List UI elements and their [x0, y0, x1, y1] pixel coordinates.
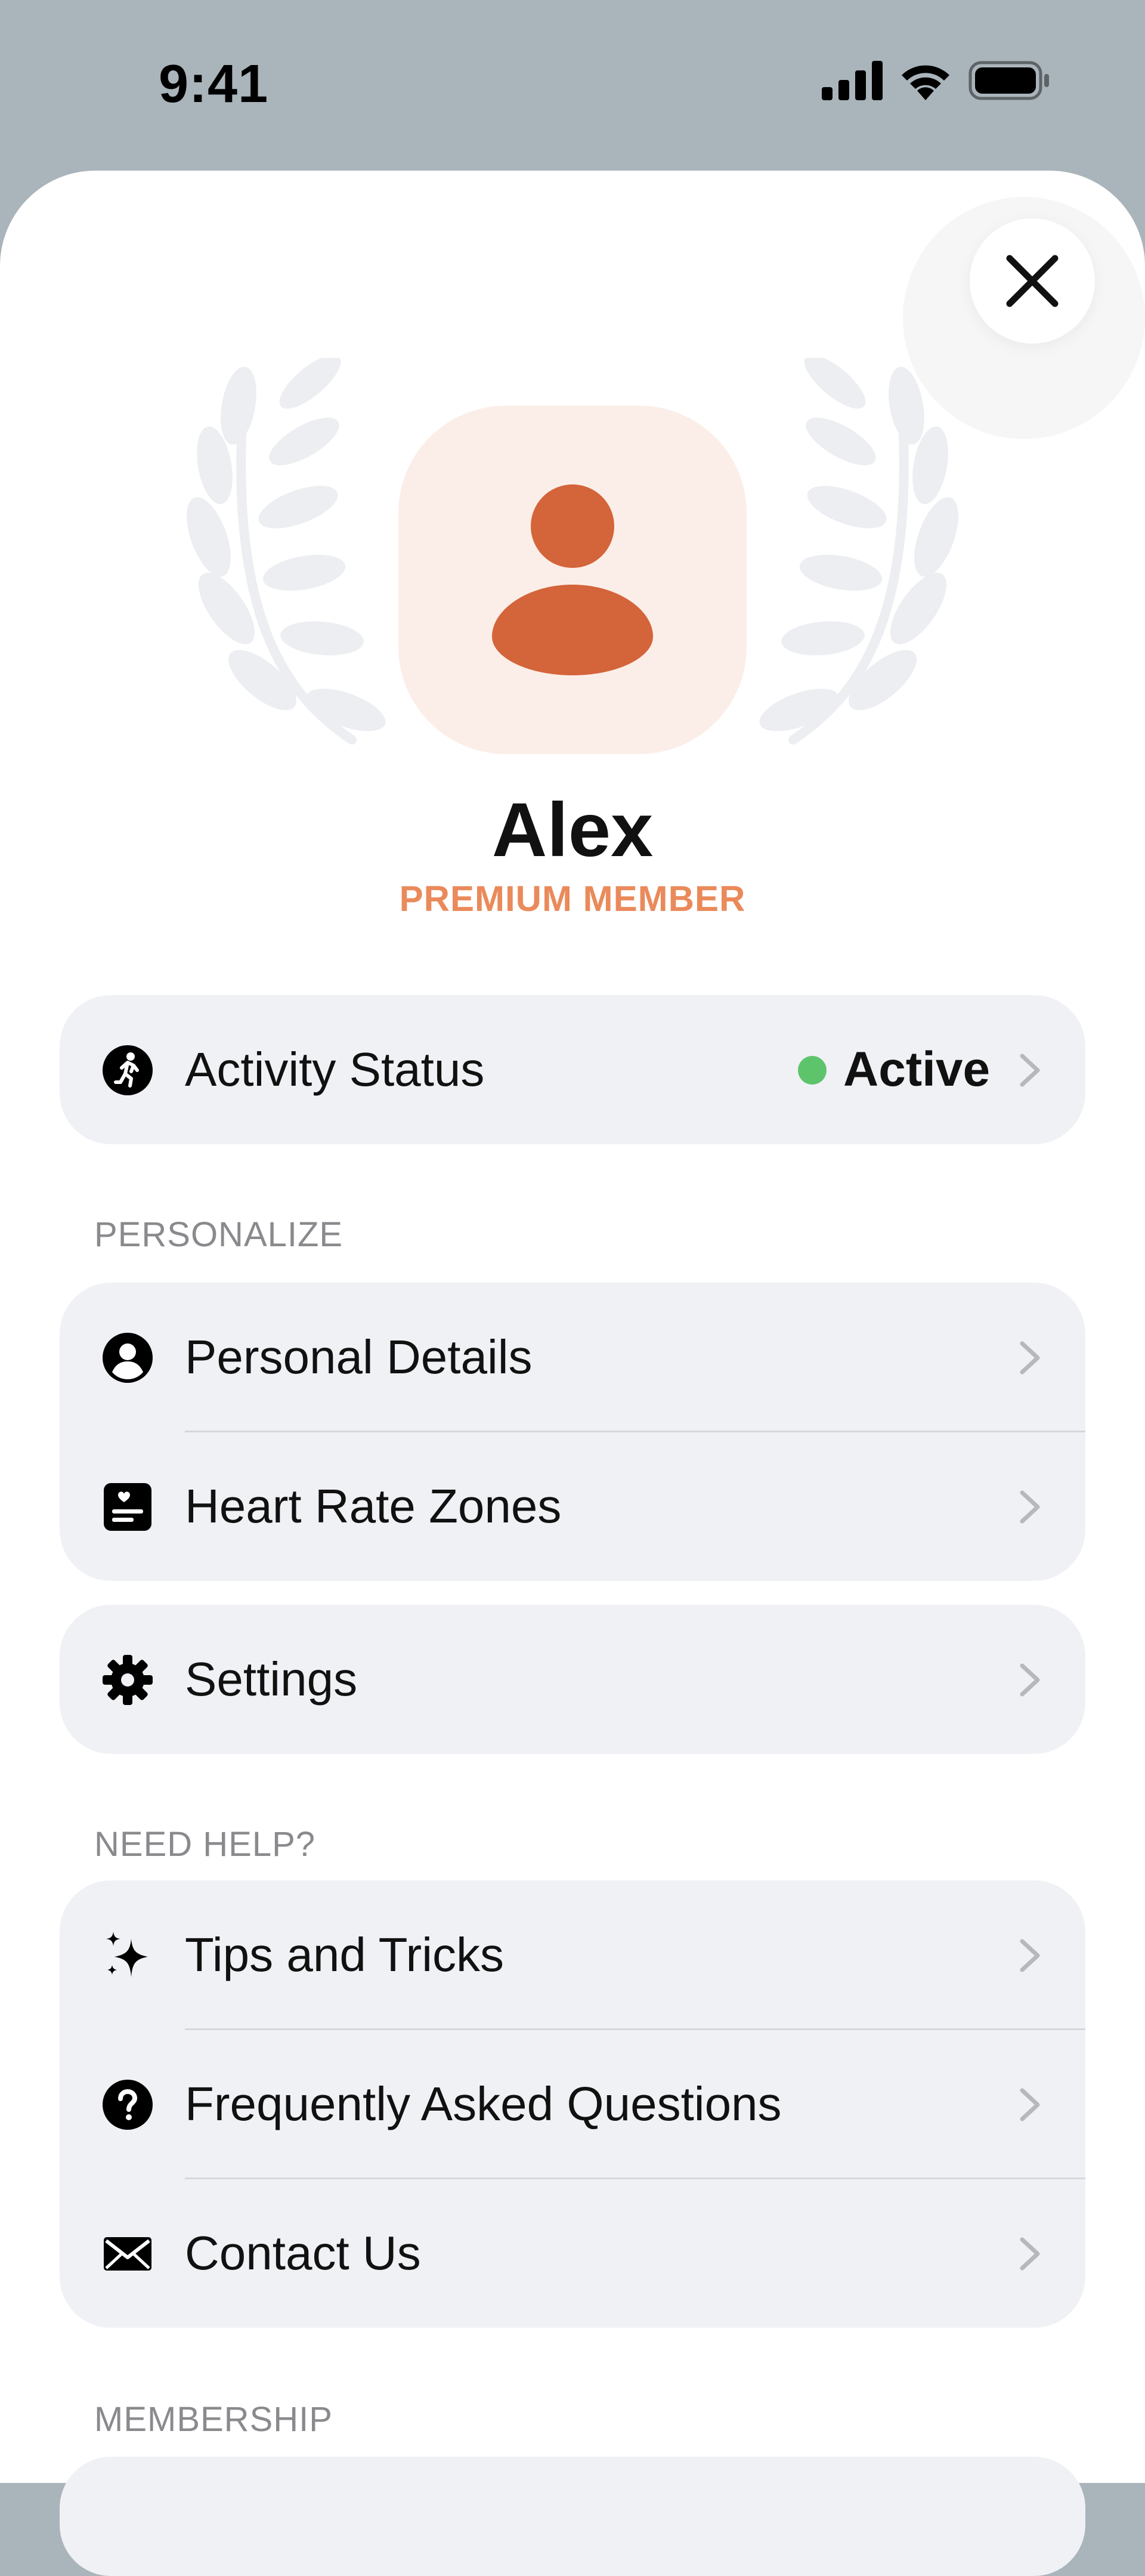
list-item-label: Frequently Asked Questions	[185, 2077, 782, 2130]
list-item-label: Settings	[185, 1653, 358, 1706]
list-item-heart-rate-zones[interactable]: Heart Rate Zones	[60, 1432, 1085, 1581]
envelope-icon	[103, 2229, 153, 2279]
personalize-card: Personal Details Heart Rate Zones	[60, 1283, 1085, 1581]
chevron-right-icon	[1020, 2237, 1040, 2271]
activity-status-card: Activity Status Active	[60, 995, 1085, 1144]
person-silhouette-icon	[492, 484, 653, 675]
section-label-need-help: NEED HELP?	[94, 1825, 316, 1864]
wifi-icon	[902, 65, 949, 100]
heart-list-icon	[103, 1482, 153, 1532]
chevron-right-icon	[1020, 1341, 1040, 1375]
list-item-label: Heart Rate Zones	[185, 1479, 562, 1533]
person-circle-icon	[103, 1333, 153, 1383]
sparkles-icon	[103, 1931, 153, 1981]
chevron-right-icon	[1020, 1490, 1040, 1524]
settings-card: Settings	[60, 1605, 1085, 1754]
list-item-faq[interactable]: Frequently Asked Questions	[60, 2030, 1085, 2179]
membership-card	[60, 2457, 1085, 2576]
list-item-contact-us[interactable]: Contact Us	[60, 2179, 1085, 2328]
close-icon	[1006, 255, 1059, 307]
close-button[interactable]	[970, 218, 1095, 344]
user-name: Alex	[491, 787, 654, 873]
laurel-right-icon	[759, 358, 958, 745]
status-indicator-dot	[798, 1056, 827, 1085]
status-bar: 9:41	[0, 0, 1145, 171]
chevron-right-icon	[1020, 2088, 1040, 2121]
gear-icon	[103, 1655, 153, 1705]
chevron-right-icon	[1020, 1939, 1040, 1972]
battery-icon	[968, 61, 1049, 100]
list-item-label: Contact Us	[185, 2226, 421, 2280]
list-item-label: Tips and Tricks	[185, 1928, 504, 1981]
list-item-tips-and-tricks[interactable]: Tips and Tricks	[60, 1880, 1085, 2030]
section-label-membership: MEMBERSHIP	[94, 2400, 333, 2439]
status-icons	[822, 61, 1050, 100]
list-item-personal-details[interactable]: Personal Details	[60, 1283, 1085, 1432]
status-time: 9:41	[159, 54, 269, 114]
laurel-left-icon	[187, 358, 386, 745]
membership-tier: PREMIUM MEMBER	[399, 879, 746, 919]
chevron-right-icon	[1020, 1663, 1040, 1697]
question-circle-icon	[103, 2080, 153, 2130]
cellular-signal-icon	[822, 61, 883, 100]
help-card: Tips and Tricks Frequently Asked Questio…	[60, 1880, 1085, 2328]
activity-status-value: Active	[843, 1042, 991, 1097]
list-item-label: Personal Details	[185, 1330, 533, 1383]
activity-status-label: Activity Status	[185, 1043, 485, 1096]
chevron-right-icon	[1020, 1054, 1040, 1087]
list-item-settings[interactable]: Settings	[60, 1605, 1085, 1754]
activity-status-row[interactable]: Activity Status Active	[60, 995, 1085, 1144]
section-label-personalize: PERSONALIZE	[94, 1215, 344, 1254]
avatar[interactable]	[398, 406, 747, 754]
activity-runner-icon	[103, 1045, 153, 1095]
